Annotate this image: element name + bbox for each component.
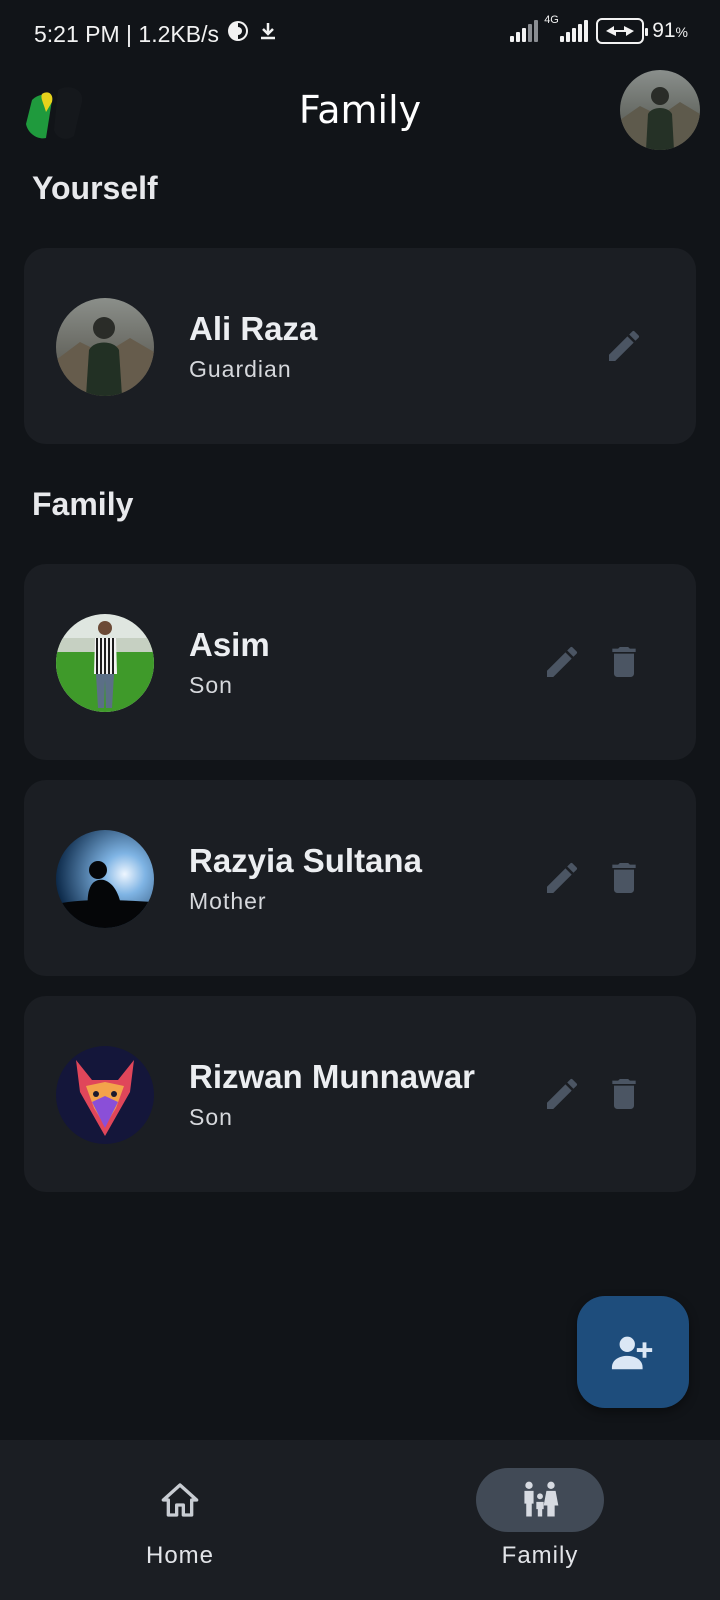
trash-icon xyxy=(612,647,636,677)
trash-icon xyxy=(612,863,636,893)
edit-button[interactable] xyxy=(542,642,582,682)
add-member-button[interactable] xyxy=(577,1296,689,1408)
status-right: 4G 91% xyxy=(510,14,688,44)
pencil-icon xyxy=(609,330,640,361)
member-role: Son xyxy=(189,672,233,698)
network-type: 4G xyxy=(544,14,559,26)
member-card-self[interactable]: Ali Raza Guardian xyxy=(24,248,696,444)
avatar xyxy=(56,1046,154,1144)
family-icon xyxy=(524,1481,559,1517)
nav-icon-container xyxy=(116,1468,244,1532)
trash-icon xyxy=(612,1079,636,1109)
member-name: Ali Raza xyxy=(189,310,318,347)
battery-percent: 91% xyxy=(652,19,688,42)
bottom-navigation: Home Family xyxy=(0,1440,720,1600)
status-bar: 5:21 PM | 1.2KB/s 4G 91% xyxy=(0,0,720,68)
home-icon xyxy=(161,1483,199,1517)
nav-label-home: Home xyxy=(145,1542,215,1569)
pencil-icon xyxy=(547,1078,578,1109)
edit-button[interactable] xyxy=(542,1074,582,1114)
pencil-icon xyxy=(547,646,578,677)
delete-button[interactable] xyxy=(604,642,644,682)
status-time-speed: 5:21 PM | 1.2KB/s xyxy=(34,20,219,47)
battery-icon xyxy=(596,18,649,44)
app-bar: Family xyxy=(0,68,720,152)
page-title: Family xyxy=(298,88,422,132)
member-role: Guardian xyxy=(189,356,292,382)
section-title-yourself: Yourself xyxy=(32,170,158,206)
data-saver-icon xyxy=(227,20,249,48)
avatar xyxy=(56,298,154,396)
member-card[interactable]: Asim Son xyxy=(24,564,696,760)
signal-icon xyxy=(510,20,539,42)
delete-button[interactable] xyxy=(604,858,644,898)
avatar xyxy=(56,830,154,928)
section-title-family: Family xyxy=(32,486,134,522)
nav-label-family: Family xyxy=(501,1542,579,1569)
nav-item-home[interactable]: Home xyxy=(70,1468,290,1570)
edit-button[interactable] xyxy=(542,858,582,898)
add-person-icon xyxy=(611,1336,653,1370)
download-icon xyxy=(257,20,279,48)
avatar xyxy=(56,614,154,712)
nav-item-family[interactable]: Family xyxy=(430,1468,650,1570)
charging-bolt-icon xyxy=(606,26,635,36)
member-card[interactable]: Razyia Sultana Mother xyxy=(24,780,696,976)
nav-icon-container xyxy=(476,1468,604,1532)
member-name: Razyia Sultana xyxy=(189,842,422,879)
pencil-icon xyxy=(547,862,578,893)
member-role: Son xyxy=(189,1104,233,1130)
delete-button[interactable] xyxy=(604,1074,644,1114)
network-4g-icon: 4G xyxy=(544,14,589,42)
member-role: Mother xyxy=(189,888,267,914)
profile-avatar[interactable] xyxy=(620,70,700,150)
member-card[interactable]: Rizwan Munnawar Son xyxy=(24,996,696,1192)
edit-button[interactable] xyxy=(604,326,644,366)
member-name: Rizwan Munnawar xyxy=(189,1058,476,1095)
member-name: Asim xyxy=(189,626,270,663)
status-left: 5:21 PM | 1.2KB/s xyxy=(34,20,279,48)
